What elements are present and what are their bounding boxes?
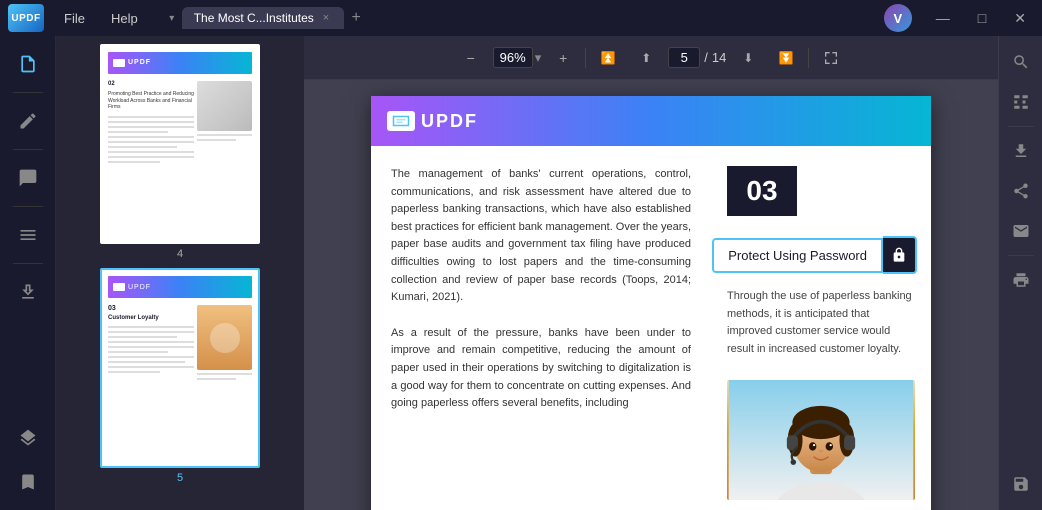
nav-first-btn[interactable]: ⏫ [592,42,624,74]
tab-bar: ▾ The Most C...Institutes × + [162,6,876,30]
sidebar-divider-2 [13,149,43,150]
tab-title: The Most C...Institutes [194,11,314,25]
close-btn[interactable]: ✕ [1006,6,1034,31]
window-controls: V — □ ✕ [884,4,1034,32]
thumb-header-page5: UPDF [108,276,252,298]
thumb-logo-page5 [113,283,125,291]
sidebar-divider-1 [13,92,43,93]
pdf-page: UPDF The management of banks' current op… [371,96,931,510]
sidebar-icon-organize[interactable] [8,215,48,255]
pdf-content: The management of banks' current operati… [371,146,931,510]
thumbnail-page5[interactable]: UPDF 03 Customer Loyalty [64,268,296,484]
thumb-label-page4: 4 [177,248,183,260]
maximize-btn[interactable]: □ [970,6,994,30]
pdf-header: UPDF [371,96,931,146]
thumb-title-p4: Promoting Best Practice and Reducing Wor… [108,91,194,111]
sidebar-divider-4 [13,263,43,264]
page-separator: / [704,50,708,65]
right-divider-1 [1008,126,1034,127]
sidebar-icon-edit[interactable] [8,101,48,141]
section-subtitle: Through the use of paperless banking met… [727,288,915,358]
thumb-img-page4: UPDF 02 Promoting Best Practice and Redu… [100,44,260,244]
page-input-group: / 14 [668,47,726,68]
protect-btn-lock-icon[interactable] [883,236,917,274]
menu-bar: File Help [52,7,150,30]
right-icon-mail[interactable] [1003,213,1039,249]
right-icon-share[interactable] [1003,173,1039,209]
sidebar-divider-3 [13,206,43,207]
thumb-logo-text-page5: UPDF [128,284,151,291]
right-icon-ocr[interactable] [1003,84,1039,120]
page-total: 14 [712,50,726,65]
sidebar-icon-export[interactable] [8,272,48,312]
sidebar-icon-bookmark[interactable] [8,462,48,502]
main-area: UPDF 02 Promoting Best Practice and Redu… [0,36,1042,510]
nav-prev-btn[interactable]: ⬆ [630,42,662,74]
zoom-in-btn[interactable]: + [547,42,579,74]
app-logo: UPDF [8,4,44,32]
center-content: − 96% ▾ + ⏫ ⬆ / 14 ⬇ ⏬ [304,36,998,510]
pdf-logo-text: UPDF [421,111,478,132]
thumb-img-page5: UPDF 03 Customer Loyalty [100,268,260,468]
thumb-content-page5: UPDF 03 Customer Loyalty [102,270,258,466]
tab-dropdown-btn[interactable]: ▾ [162,8,182,28]
pdf-logo: UPDF [387,111,478,132]
nav-last-btn[interactable]: ⏬ [770,42,802,74]
user-avatar[interactable]: V [884,4,912,32]
thumb-logo-page4 [113,59,125,67]
sidebar-icon-comment[interactable] [8,158,48,198]
protect-password-btn[interactable]: Protect Using Password [712,238,883,273]
right-icon-save[interactable] [1003,466,1039,502]
minimize-btn[interactable]: — [928,6,958,30]
right-icon-search[interactable] [1003,44,1039,80]
thumb-ctitle-p5: Customer Loyalty [108,315,194,321]
toolbar-divider-1 [585,48,586,68]
zoom-out-btn[interactable]: − [455,42,487,74]
tab-add-btn[interactable]: + [344,6,368,30]
protect-btn-overlay: Protect Using Password [712,236,917,274]
thumbnail-page4[interactable]: UPDF 02 Promoting Best Practice and Redu… [64,44,296,260]
menu-file[interactable]: File [52,7,97,30]
pdf-left-col: The management of banks' current operati… [371,146,711,510]
titlebar: UPDF File Help ▾ The Most C...Institutes… [0,0,1042,36]
pdf-body-text-1: The management of banks' current operati… [391,166,691,307]
customer-image [727,380,915,500]
zoom-value[interactable]: 96% [493,47,533,68]
thumb-num-p5: 03 [108,305,194,312]
menu-help[interactable]: Help [99,7,150,30]
right-icon-extract[interactable] [1003,133,1039,169]
thumbnail-panel: UPDF 02 Promoting Best Practice and Redu… [56,36,304,510]
section-num-badge: 03 [727,166,797,216]
pdf-body-text-2: As a result of the pressure, banks have … [391,325,691,413]
right-sidebar [998,36,1042,510]
right-icon-print[interactable] [1003,262,1039,298]
fit-page-btn[interactable] [815,42,847,74]
thumb-header-page4: UPDF [108,52,252,74]
tab-active[interactable]: The Most C...Institutes × [182,7,344,29]
thumb-title-text-p4: 02 [108,81,194,88]
page-current-input[interactable] [668,47,700,68]
thumb-logo-text-page4: UPDF [128,59,151,67]
sidebar-icon-document[interactable] [8,44,48,84]
zoom-group: 96% ▾ [493,47,542,68]
toolbar: − 96% ▾ + ⏫ ⬆ / 14 ⬇ ⏬ [304,36,998,80]
thumb-content-page4: UPDF 02 Promoting Best Practice and Redu… [102,46,258,242]
pdf-right-col: 03 Customer Loyalty Through the use of p… [711,146,931,510]
thumb-label-page5: 5 [177,472,183,484]
pdf-logo-icon [387,111,415,131]
left-sidebar [0,36,56,510]
tab-close-btn[interactable]: × [320,11,332,25]
pdf-view-area: UPDF The management of banks' current op… [304,80,998,510]
zoom-dropdown-icon[interactable]: ▾ [535,50,542,66]
sidebar-icon-layers[interactable] [8,418,48,458]
right-divider-2 [1008,255,1034,256]
nav-next-btn[interactable]: ⬇ [732,42,764,74]
toolbar-divider-2 [808,48,809,68]
